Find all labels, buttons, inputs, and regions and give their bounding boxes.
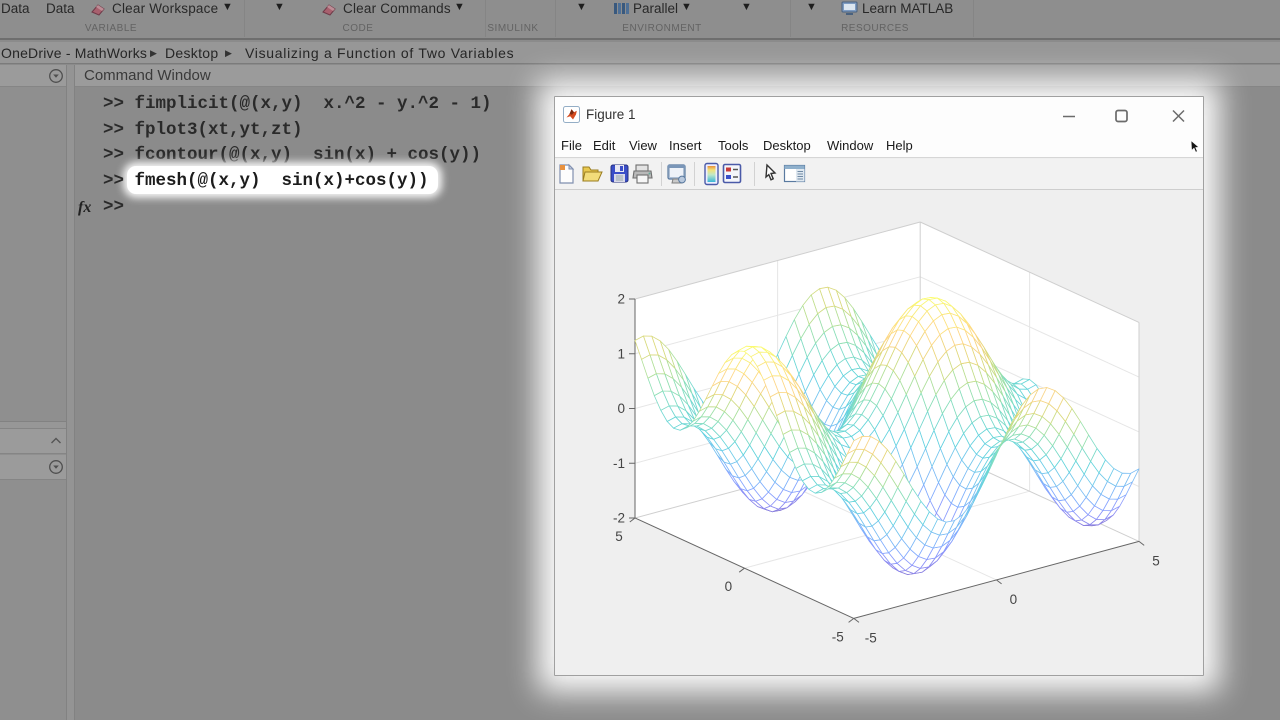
svg-text:1: 1: [617, 346, 625, 361]
svg-text:5: 5: [615, 529, 623, 544]
svg-text:-2: -2: [613, 511, 625, 526]
svg-text:0: 0: [725, 579, 733, 594]
svg-text:0: 0: [617, 401, 625, 416]
svg-text:-1: -1: [613, 456, 625, 471]
svg-text:2: 2: [617, 292, 625, 307]
svg-text:-5: -5: [865, 630, 877, 645]
svg-text:5: 5: [1152, 553, 1160, 568]
svg-text:-5: -5: [832, 629, 844, 644]
svg-text:0: 0: [1010, 592, 1018, 607]
